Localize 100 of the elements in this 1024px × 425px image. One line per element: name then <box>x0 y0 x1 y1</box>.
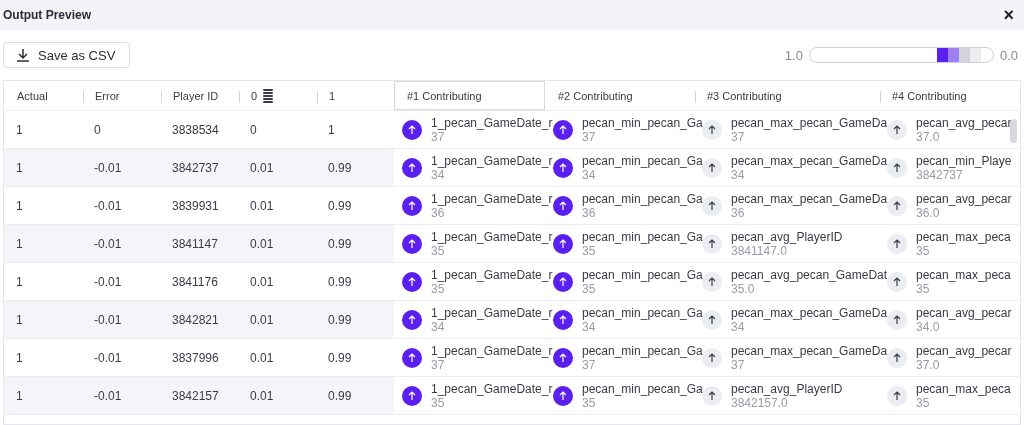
table-cell-text: 1 <box>15 312 24 327</box>
feature-value: 36.0 <box>916 205 940 220</box>
table-cell-text: -0.01 <box>93 312 123 327</box>
feature-value: 37 <box>431 357 445 372</box>
feature-name: 1_pecan_GameDate_r <box>431 381 553 396</box>
save-csv-button[interactable]: Save as CSV <box>3 42 131 68</box>
table-cell-text: -0.01 <box>93 198 123 213</box>
feature-value: 34 <box>431 319 445 334</box>
feature-name: pecan_max_pecan_GameDa <box>731 305 888 320</box>
table-cell-text: 0.99 <box>327 312 353 327</box>
table-cell-text: 0.99 <box>327 388 353 403</box>
column-header[interactable]: 0 <box>238 81 316 110</box>
column-header[interactable]: Error <box>82 81 160 110</box>
table-cell-text: 3839931 <box>171 198 220 213</box>
table-cell-text: 0.01 <box>249 388 275 403</box>
feature-name: pecan_min_pecan_Ga <box>582 191 703 206</box>
feature-name: pecan_min_pecan_Ga <box>582 115 703 130</box>
table-cell-text: 1 <box>15 198 24 213</box>
feature-name: pecan_min_pecan_Ga <box>582 229 703 244</box>
column-header[interactable]: 1 <box>316 81 394 110</box>
table-cell-text: 0.01 <box>249 312 275 327</box>
table-cell-text: 0 <box>249 122 258 137</box>
feature-value: 35 <box>582 281 596 296</box>
feature-name: pecan_max_pecan_GameDa <box>731 191 888 206</box>
table-cell-text: 3841147 <box>171 236 219 251</box>
table-cell-text: -0.01 <box>93 388 123 403</box>
table-cell-text: -0.01 <box>93 274 123 289</box>
window-title: Output Preview <box>3 8 91 22</box>
table-cell-text: 0.01 <box>249 236 275 251</box>
table-cell-text: 0.99 <box>327 198 353 213</box>
feature-value: 35 <box>916 281 930 296</box>
feature-name: pecan_min_pecan_Ga <box>582 343 703 358</box>
feature-value: 3842737 <box>916 167 963 182</box>
table-cell-text: 3838534 <box>171 122 220 137</box>
feature-name: pecan_min_pecan_Ga <box>582 381 703 396</box>
feature-name: 1_pecan_GameDate_r <box>431 115 553 130</box>
feature-value: 34 <box>582 167 596 182</box>
feature-name: 1_pecan_GameDate_r <box>431 267 553 282</box>
table-cell-text: 0.01 <box>249 350 275 365</box>
feature-name: pecan_min_pecan_Ga <box>582 153 703 168</box>
feature-value: 34 <box>582 319 596 334</box>
column-header[interactable]: #3 Contributing <box>694 81 879 110</box>
feature-name: pecan_max_peca <box>916 229 1011 244</box>
table-cell-text: 3842821 <box>171 312 220 327</box>
feature-name: pecan_max_pecan_GameDa <box>731 153 888 168</box>
feature-value: 37 <box>731 129 745 144</box>
table-cell-text: 1 <box>15 350 24 365</box>
feature-name: pecan_max_peca <box>916 267 1011 282</box>
table-cell-text: -0.01 <box>93 160 123 175</box>
feature-name: pecan_min_pecan_Ga <box>582 267 703 282</box>
table-cell-text: 0.01 <box>249 198 275 213</box>
feature-value: 3842157.0 <box>731 395 788 410</box>
feature-name: pecan_avg_pecan_GameDat <box>731 267 888 282</box>
close-button[interactable]: × <box>1003 6 1014 24</box>
feature-value: 34.0 <box>916 319 940 334</box>
feature-value: 34 <box>731 319 745 334</box>
column-header[interactable]: #4 Contributing <box>879 81 999 110</box>
feature-name: 1_pecan_GameDate_r <box>431 229 553 244</box>
feature-name: pecan_avg_pecar <box>916 115 1012 130</box>
feature-name: pecan_max_pecan_GameDa <box>731 115 888 130</box>
feature-name: 1_pecan_GameDate_r <box>431 305 553 320</box>
feature-name: 1_pecan_GameDate_r <box>431 343 553 358</box>
table-cell-text: -0.01 <box>93 350 123 365</box>
table-cell-text: 1 <box>15 274 24 289</box>
feature-value: 37.0 <box>916 357 940 372</box>
download-icon <box>16 48 30 62</box>
feature-value: 36 <box>731 205 745 220</box>
table-cell-text: 0.99 <box>327 274 353 289</box>
feature-name: pecan_max_peca <box>916 381 1011 396</box>
table-cell-text: 1 <box>15 122 24 137</box>
feature-name: pecan_avg_PlayerID <box>731 229 843 244</box>
feature-name: pecan_avg_pecar <box>916 191 1012 206</box>
column-header[interactable]: #1 Contributing <box>394 81 545 110</box>
feature-value: 37.0 <box>916 129 940 144</box>
legend-min-label: 0.0 <box>999 47 1018 63</box>
feature-value: 35 <box>431 281 445 296</box>
table-cell-text: 1 <box>15 236 24 251</box>
table-cell-text: 0.99 <box>327 236 353 251</box>
column-header[interactable]: Actual <box>4 81 82 110</box>
column-header[interactable]: Player ID <box>160 81 238 110</box>
table-cell-text: 3842737 <box>171 160 220 175</box>
table-cell-text: 1 <box>327 122 336 137</box>
table-cell-text: 3842157 <box>171 388 220 403</box>
feature-name: pecan_avg_pecar <box>916 305 1012 320</box>
table-cell-text: 0.99 <box>327 350 353 365</box>
feature-name: pecan_avg_PlayerID <box>731 381 843 396</box>
table-cell-text: 0.01 <box>249 160 275 175</box>
feature-name: 1_pecan_GameDate_r <box>431 153 553 168</box>
table-cell-text: 3841176 <box>171 274 219 289</box>
table-cell-text: 3837996 <box>171 350 220 365</box>
feature-value: 35.0 <box>731 281 755 296</box>
feature-value: 36 <box>431 205 445 220</box>
scrollbar-thumb[interactable] <box>1010 119 1017 143</box>
feature-value: 34 <box>431 167 445 182</box>
feature-name: pecan_min_pecan_Ga <box>582 305 703 320</box>
feature-value: 37 <box>582 129 596 144</box>
feature-value: 3841147.0 <box>731 243 787 258</box>
feature-value: 35 <box>582 395 596 410</box>
feature-value: 36 <box>582 205 596 220</box>
column-header[interactable]: #2 Contributing <box>545 81 694 110</box>
